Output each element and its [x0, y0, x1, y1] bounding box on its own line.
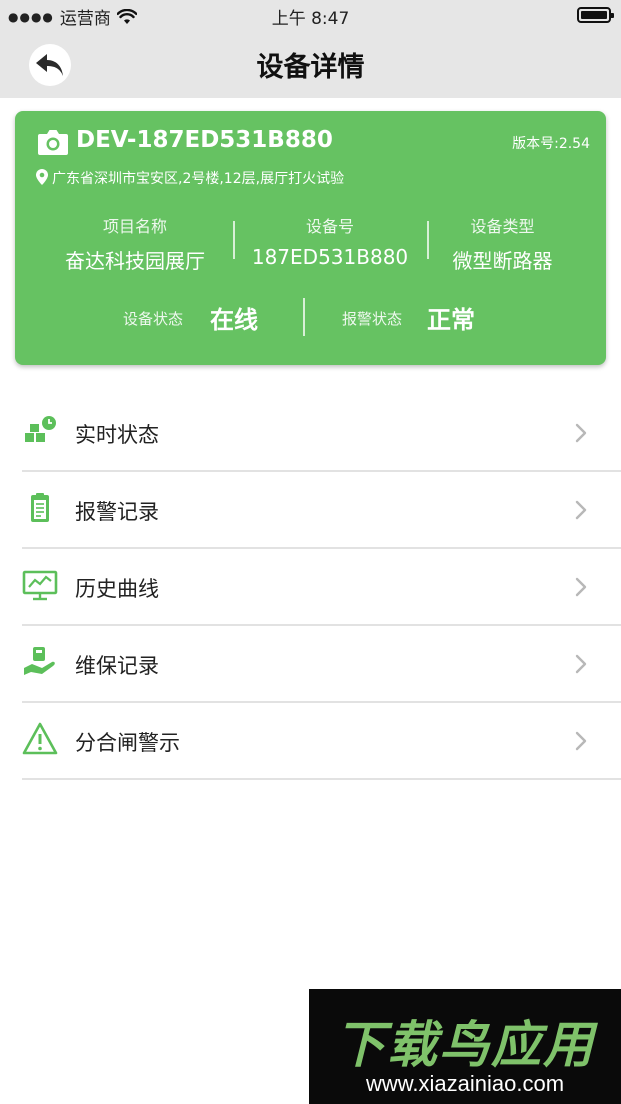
device-info-row: 项目名称 奋达科技园展厅 设备号 187ED531B880 设备类型 微型断路器 — [15, 213, 606, 273]
alarm-status-label: 报警状态 — [342, 310, 403, 328]
menu-label: 维保记录 — [75, 654, 159, 678]
device-summary-card: DEV-187ED531B880 版本号:2.54 广东省深圳市宝安区,2号楼,… — [15, 111, 606, 365]
device-status-value: 在线 — [210, 306, 258, 334]
battery-icon — [577, 7, 614, 23]
device-status-label: 设备状态 — [123, 310, 184, 328]
device-number-value: 187ED531B880 — [251, 245, 409, 269]
device-number-label: 设备号 — [305, 217, 354, 236]
divider — [427, 221, 429, 259]
device-id: DEV-187ED531B880 — [76, 127, 333, 153]
maintenance-record-icon — [24, 647, 55, 675]
menu-label: 分合闸警示 — [75, 731, 180, 755]
status-row: 设备状态 在线 报警状态 正常 — [15, 298, 606, 338]
alarm-status-value: 正常 — [427, 306, 475, 334]
history-curve-icon — [22, 570, 58, 601]
nav-bar: 设备详情 — [0, 30, 621, 98]
divider — [303, 298, 305, 336]
device-number-field: 设备号 187ED531B880 — [245, 213, 415, 269]
chevron-right-icon — [575, 500, 587, 520]
status-bar: ●●●● 运营商 上午 8:47 — [0, 0, 621, 30]
alarm-record-icon — [31, 493, 49, 522]
location-pin-icon — [36, 169, 48, 185]
chevron-right-icon — [575, 654, 587, 674]
device-type-value: 微型断路器 — [452, 249, 553, 273]
status-time: 上午 8:47 — [271, 9, 350, 29]
menu-item-history-curve[interactable]: 历史曲线 — [22, 549, 621, 626]
menu-label: 实时状态 — [75, 423, 159, 447]
menu-list: 实时状态 报警记录 历史曲线 维保记录 分合闸警示 — [22, 395, 621, 780]
page-title: 设备详情 — [256, 52, 365, 83]
device-type-field: 设备类型 微型断路器 — [435, 213, 570, 274]
warning-triangle-icon — [22, 722, 58, 755]
device-type-label: 设备类型 — [470, 217, 535, 236]
project-name-field: 项目名称 奋达科技园展厅 — [50, 213, 220, 274]
watermark-url: www.xiazainiao.com — [365, 1071, 565, 1096]
realtime-status-icon — [25, 416, 56, 442]
chevron-right-icon — [575, 423, 587, 443]
chevron-right-icon — [575, 577, 587, 597]
chevron-right-icon — [575, 731, 587, 751]
firmware-version: 版本号:2.54 — [512, 133, 590, 153]
watermark-banner: 下载鸟应用 www.xiazainiao.com — [309, 989, 621, 1104]
menu-label: 报警记录 — [75, 500, 159, 524]
menu-item-alarm-record[interactable]: 报警记录 — [22, 472, 621, 549]
menu-item-maintenance-record[interactable]: 维保记录 — [22, 626, 621, 703]
version-label: 版本号: — [512, 136, 559, 152]
menu-label: 历史曲线 — [75, 577, 159, 601]
menu-item-switch-warning[interactable]: 分合闸警示 — [22, 703, 621, 780]
menu-item-realtime-status[interactable]: 实时状态 — [22, 395, 621, 472]
device-address: 广东省深圳市宝安区,2号楼,12层,展厅打火试验 — [52, 171, 345, 187]
watermark-title: 下载鸟应用 — [335, 1016, 595, 1074]
divider — [233, 221, 235, 259]
version-value: 2.54 — [558, 136, 590, 152]
project-name-label: 项目名称 — [102, 217, 167, 236]
project-name-value: 奋达科技园展厅 — [65, 249, 205, 273]
camera-icon — [38, 130, 68, 155]
